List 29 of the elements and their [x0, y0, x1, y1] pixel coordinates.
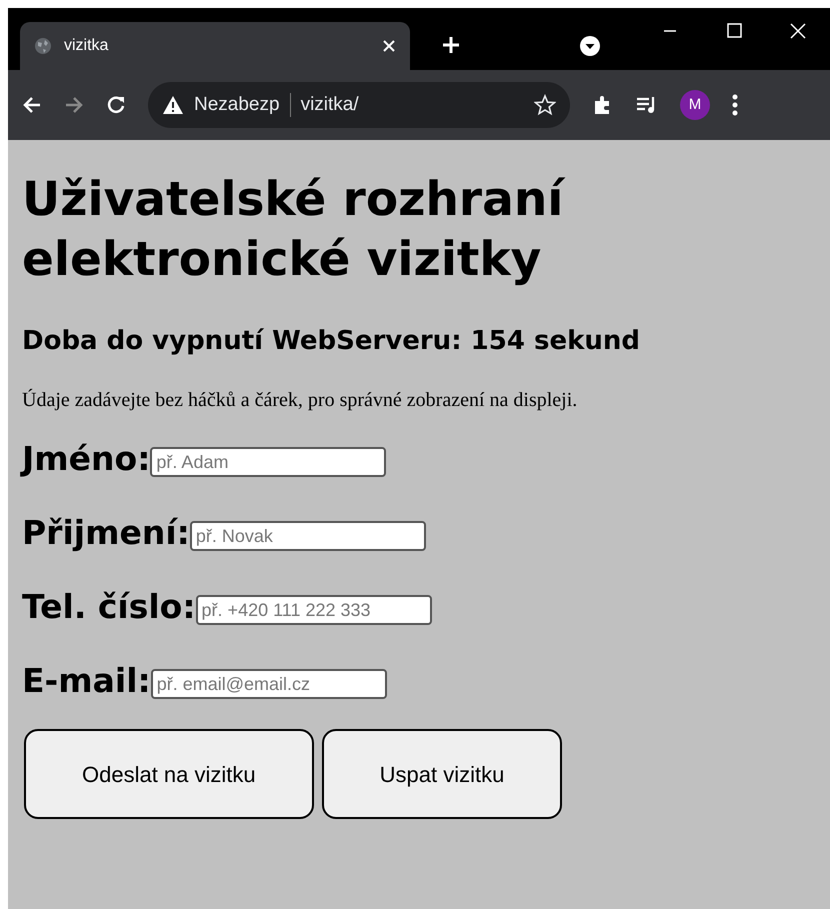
tab-title: vizitka [64, 36, 110, 56]
menu-icon[interactable] [732, 94, 738, 116]
countdown-heading: Doba do vypnutí WebServeru: 154 sekund [22, 326, 641, 358]
security-label: Nezabezp [194, 92, 280, 117]
close-icon[interactable] [382, 39, 396, 53]
instruction-text: Údaje zadávejte bez háčků a čárek, pro správné zobrazení na displeji. [22, 388, 578, 414]
globe-icon [34, 37, 52, 55]
field-label: E-mail: [22, 661, 151, 702]
tab-search-icon[interactable] [580, 36, 600, 56]
forward-icon[interactable] [64, 95, 84, 115]
sleep-button[interactable]: Uspat vizitku [322, 729, 562, 820]
star-icon[interactable] [534, 94, 556, 116]
field-label: Přijmení: [22, 513, 190, 554]
url-text: vizitka/ [300, 92, 360, 117]
text-field[interactable]: př. email@email.cz [150, 669, 387, 700]
back-icon[interactable] [22, 95, 42, 115]
text-field[interactable]: př. Novak [190, 521, 426, 552]
text-field[interactable]: př. +420 111 222 333 [196, 595, 432, 626]
profile-avatar[interactable]: M [680, 90, 710, 120]
browser-tab[interactable]: vizitka [20, 22, 410, 70]
send-button[interactable]: Odeslat na vizitku [24, 729, 314, 820]
field-label: Tel. číslo: [22, 587, 196, 628]
page-title: Uživatelské rozhraní elektronické vizitky [22, 171, 566, 289]
warning-icon [162, 95, 184, 115]
new-tab-icon[interactable] [442, 36, 460, 54]
reload-icon[interactable] [106, 95, 126, 115]
text-field[interactable]: př. Adam [150, 447, 386, 478]
field-label: Jméno: [22, 439, 150, 480]
address-bar[interactable]: Nezabezp vizitka/ [148, 82, 570, 128]
